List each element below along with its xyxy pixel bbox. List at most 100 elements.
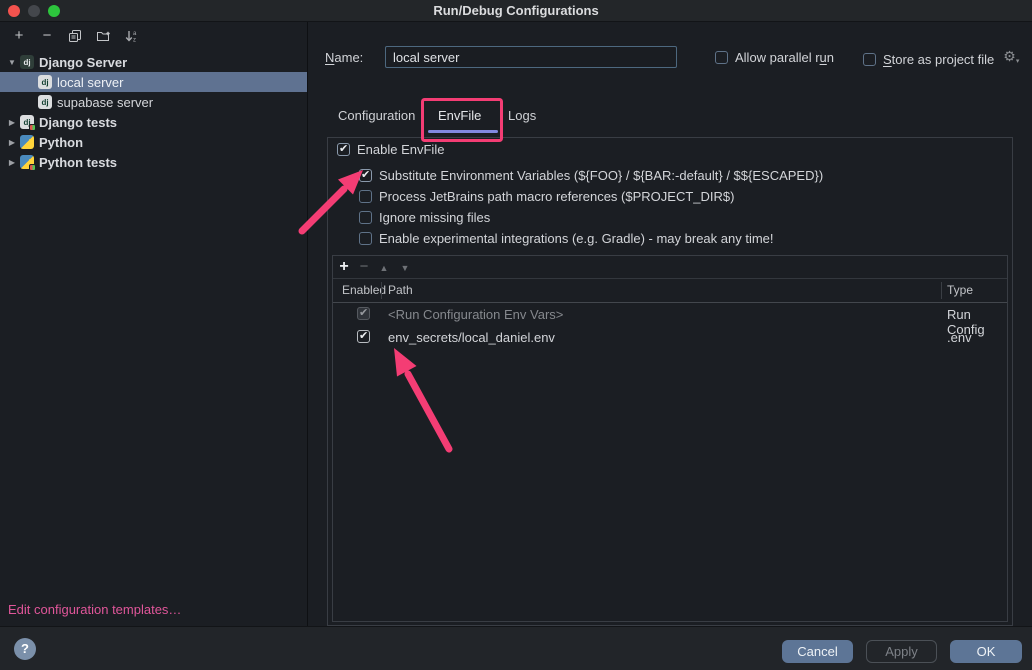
- column-separator: [381, 282, 382, 299]
- tree-item-label: Django Server: [39, 55, 127, 70]
- chevron-down-icon[interactable]: ▼: [4, 58, 20, 67]
- python-icon: [20, 135, 34, 149]
- row-path: env_secrets/local_daniel.env: [388, 330, 555, 345]
- edit-configuration-templates-link[interactable]: Edit configuration templates…: [8, 602, 181, 617]
- table-header: Enabled Path Type: [333, 279, 1007, 303]
- tab-configuration[interactable]: Configuration: [338, 108, 415, 123]
- chevron-right-icon[interactable]: ▶: [4, 138, 20, 147]
- tree-item-python-tests[interactable]: ▶ Python tests: [0, 152, 307, 172]
- table-row[interactable]: ✔ env_secrets/local_daniel.env .env: [333, 326, 1007, 349]
- move-down-icon[interactable]: ▼: [397, 259, 413, 275]
- checkbox-box[interactable]: ✔: [337, 143, 350, 156]
- django-icon: dj: [20, 55, 34, 69]
- apply-button[interactable]: Apply: [866, 640, 937, 663]
- tree-item-label: supabase server: [57, 95, 153, 110]
- process-path-macro-checkbox[interactable]: ✔ Process JetBrains path macro reference…: [359, 189, 734, 204]
- substitute-env-vars-checkbox[interactable]: ✔ Substitute Environment Variables (${FO…: [359, 168, 823, 183]
- add-env-file-icon[interactable]: +: [336, 259, 352, 275]
- python-tests-icon: [20, 155, 34, 169]
- table-row[interactable]: ✔ <Run Configuration Env Vars> Run Confi…: [333, 303, 1007, 326]
- chevron-right-icon[interactable]: ▶: [4, 118, 20, 127]
- checkbox-box[interactable]: ✔: [715, 51, 728, 64]
- envfile-panel: ✔ Enable EnvFile ✔ Substitute Environmen…: [327, 137, 1013, 626]
- env-files-table: + − ▲ ▼ Enabled Path Type ✔ <Run Configu…: [332, 255, 1008, 622]
- checkbox-box[interactable]: ✔: [359, 190, 372, 203]
- tree-item-django-server[interactable]: ▼ dj Django Server: [0, 52, 307, 72]
- checkbox-box[interactable]: ✔: [359, 169, 372, 182]
- titlebar: Run/Debug Configurations: [0, 0, 1032, 22]
- sort-az-icon[interactable]: az: [123, 28, 139, 44]
- tree-item-label: Python: [39, 135, 83, 150]
- checkbox-box[interactable]: ✔: [359, 232, 372, 245]
- test-overlay-icon: [29, 124, 36, 131]
- copy-configuration-icon[interactable]: [67, 28, 83, 44]
- check-icon: ✔: [359, 329, 368, 342]
- checkbox-box[interactable]: ✔: [863, 53, 876, 66]
- remove-configuration-icon[interactable]: −: [39, 28, 55, 44]
- label-part: tore as project file: [892, 52, 995, 67]
- checkbox-box[interactable]: ✔: [357, 330, 370, 343]
- column-header-path[interactable]: Path: [388, 283, 413, 297]
- checkbox-box: ✔: [357, 307, 370, 320]
- experimental-integrations-checkbox[interactable]: ✔ Enable experimental integrations (e.g.…: [359, 231, 774, 246]
- label-mnemonic: S: [883, 52, 892, 67]
- test-overlay-icon: [29, 164, 36, 171]
- configurations-sidebar: + − az ▼ dj Django Server dj local serve…: [0, 22, 308, 626]
- name-input[interactable]: [385, 46, 677, 68]
- column-header-type[interactable]: Type: [947, 283, 973, 297]
- option-label: Enable EnvFile: [357, 142, 444, 157]
- name-label-rest: ame:: [334, 50, 363, 65]
- check-icon: ✔: [359, 306, 368, 319]
- new-folder-icon[interactable]: [95, 28, 111, 44]
- gear-icon[interactable]: ⚙▾: [1003, 50, 1019, 68]
- svg-text:z: z: [133, 38, 136, 44]
- django-icon: dj: [38, 75, 52, 89]
- configuration-editor: Name: ✔ Allow parallel run ✔ Store as pr…: [309, 22, 1032, 626]
- row-type: .env: [947, 330, 972, 345]
- column-separator: [941, 282, 942, 299]
- ok-button[interactable]: OK: [950, 640, 1022, 663]
- column-header-enabled[interactable]: Enabled: [342, 283, 386, 297]
- tree-item-local-server[interactable]: dj local server: [0, 72, 307, 92]
- help-button[interactable]: ?: [14, 638, 36, 660]
- chevron-right-icon[interactable]: ▶: [4, 158, 20, 167]
- table-toolbar: + − ▲ ▼: [333, 256, 1007, 279]
- label-part: Allow parallel r: [735, 50, 820, 65]
- tree-item-python[interactable]: ▶ Python: [0, 132, 307, 152]
- allow-parallel-run-checkbox[interactable]: ✔ Allow parallel run: [715, 50, 834, 65]
- add-configuration-icon[interactable]: +: [11, 28, 27, 44]
- cancel-button[interactable]: Cancel: [782, 640, 853, 663]
- tab-logs[interactable]: Logs: [508, 108, 536, 123]
- option-label: Process JetBrains path macro references …: [379, 189, 734, 204]
- remove-env-file-icon[interactable]: −: [356, 259, 372, 275]
- tree-item-django-tests[interactable]: ▶ dj Django tests: [0, 112, 307, 132]
- gear-glyph: ⚙: [1003, 48, 1016, 64]
- tree-item-supabase-server[interactable]: dj supabase server: [0, 92, 307, 112]
- enable-envfile-checkbox[interactable]: ✔ Enable EnvFile: [337, 142, 444, 157]
- tree-item-label: local server: [57, 75, 123, 90]
- check-icon: ✔: [339, 142, 348, 155]
- label-part: n: [827, 50, 834, 65]
- store-as-project-file-checkbox[interactable]: ✔ Store as project file ⚙▾: [863, 50, 1019, 68]
- option-label: Substitute Environment Variables (${FOO}…: [379, 168, 823, 183]
- django-icon: dj: [38, 95, 52, 109]
- sidebar-toolbar: + − az: [0, 22, 307, 50]
- chevron-down-icon: ▾: [1016, 58, 1020, 65]
- label-mnemonic: u: [820, 50, 827, 65]
- check-icon: ✔: [361, 168, 370, 181]
- svg-text:a: a: [133, 31, 137, 37]
- run-debug-configurations-dialog: Run/Debug Configurations + − az ▼ dj Dja…: [0, 0, 1032, 670]
- option-label: Enable experimental integrations (e.g. G…: [379, 231, 774, 246]
- allow-parallel-run-label: Allow parallel run: [735, 50, 834, 65]
- ignore-missing-files-checkbox[interactable]: ✔ Ignore missing files: [359, 210, 490, 225]
- option-label: Ignore missing files: [379, 210, 490, 225]
- move-up-icon[interactable]: ▲: [376, 259, 392, 275]
- dialog-footer: ? Cancel Apply OK: [0, 626, 1032, 670]
- selected-tab-underline: [428, 130, 498, 133]
- name-mnemonic: N: [325, 50, 334, 65]
- checkbox-box[interactable]: ✔: [359, 211, 372, 224]
- configurations-tree: ▼ dj Django Server dj local server dj su…: [0, 52, 307, 172]
- row-path: <Run Configuration Env Vars>: [388, 307, 563, 322]
- tree-item-label: Django tests: [39, 115, 117, 130]
- tab-envfile[interactable]: EnvFile: [438, 108, 481, 123]
